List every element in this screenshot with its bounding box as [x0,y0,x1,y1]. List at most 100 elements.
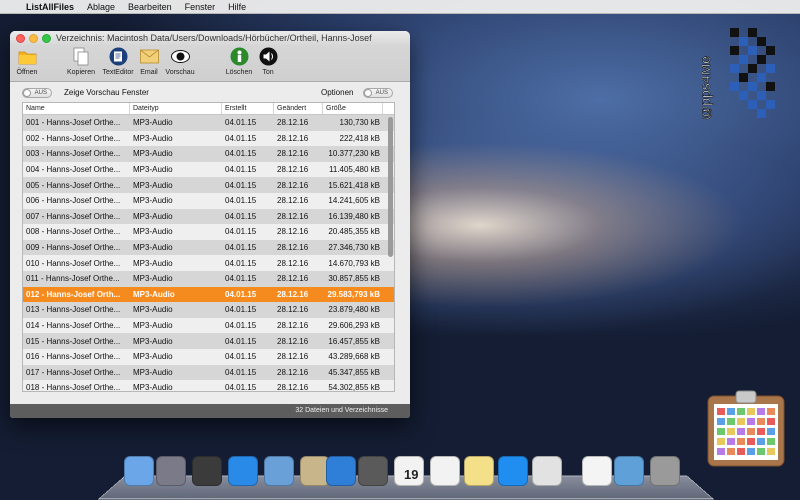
cell-created: 04.01.15 [225,321,257,331]
clipboard-grid-cell [717,448,725,455]
cell-created: 04.01.15 [225,336,257,346]
cell-name: 003 - Hanns-Josef Orthe... [26,149,121,159]
cell-filetype: MP3-Audio [133,289,175,299]
clipboard-grid-cell [757,438,765,445]
cell-name: 009 - Hanns-Josef Orthe... [26,243,121,253]
open-button[interactable]: Öffnen [12,47,42,76]
apps4me-logo: @pps4Me [697,28,782,128]
cell-modified: 28.12.16 [277,243,309,253]
cell-name: 006 - Hanns-Josef Orthe... [26,196,121,206]
clipboard-grid-cell [747,428,755,435]
cell-size: 15.621,418 kB [328,180,380,190]
header-created[interactable]: Erstellt [222,103,274,114]
table-row[interactable]: 007 - Hanns-Josef Orthe... MP3-Audio 04.01… [23,208,394,225]
table-row[interactable]: 013 - Hanns-Josef Orthe... MP3-Audio 04.01… [23,302,394,318]
table-row[interactable]: 014 - Hanns-Josef Orthe... MP3-Audio 04.01… [23,317,394,334]
clipboard-grid-cell [767,428,775,435]
cell-created: 04.01.15 [225,227,257,237]
finder-icon[interactable] [124,456,154,486]
clipboard-grid-cell [757,418,765,425]
delete-button[interactable]: Löschen [224,47,254,76]
cell-modified: 28.12.16 [277,118,309,128]
table-row[interactable]: 005 - Hanns-Josef Orthe... MP3-Audio 04.01… [23,177,394,193]
table-row[interactable]: 008 - Hanns-Josef Orthe... MP3-Audio 04.01… [23,224,394,240]
menu-fenster[interactable]: Fenster [185,2,216,12]
table-row[interactable]: 011 - Hanns-Josef Orthe... MP3-Audio 04.01… [23,270,394,287]
texteditor-button[interactable]: TextEditor [102,47,134,76]
app-store-icon[interactable] [228,456,258,486]
launchpad-icon[interactable] [156,456,186,486]
cell-name: 018 - Hanns-Josef Orthe... [26,383,121,392]
trash-icon[interactable] [650,456,680,486]
minimize-button[interactable] [29,34,38,43]
menu-bearbeiten[interactable]: Bearbeiten [128,2,172,12]
email-button[interactable]: Email [134,47,164,76]
cell-size: 222,418 kB [339,133,380,143]
table-row[interactable]: 004 - Hanns-Josef Orthe... MP3-Audio 04.01… [23,161,394,178]
cell-filetype: MP3-Audio [133,383,173,392]
sound-button[interactable]: Ton [253,47,283,76]
close-button[interactable] [16,34,25,43]
facetime-icon[interactable] [358,456,388,486]
clipboard-grid-cell [757,428,765,435]
cell-size: 29.606,293 kB [328,321,380,331]
cell-size: 10.377,230 kB [328,149,380,159]
clipboard-grid-cell [757,408,765,415]
photo-booth-icon[interactable] [192,456,222,486]
mail-icon[interactable] [264,456,294,486]
cell-name: 005 - Hanns-Josef Orthe... [26,180,121,190]
copy-icon [72,47,91,66]
table-row[interactable]: 018 - Hanns-Josef Orthe... MP3-Audio 04.01… [23,380,394,392]
cell-modified: 28.12.16 [277,352,309,362]
preview-button[interactable]: Vorschau [165,47,195,76]
table-row[interactable]: 003 - Hanns-Josef Orthe... MP3-Audio 04.01… [23,146,394,162]
title-bar[interactable]: Verzeichnis: Macintosh Data/Users/Downlo… [10,31,410,46]
vertical-scrollbar[interactable] [388,117,393,257]
reminders-icon[interactable] [430,456,460,486]
table-row[interactable]: 006 - Hanns-Josef Orthe... MP3-Audio 04.01… [23,192,394,209]
table-row[interactable]: 010 - Hanns-Josef Orthe... MP3-Audio 04.01… [23,255,394,271]
clipboard-grid-cell [767,448,775,455]
table-row[interactable]: 017 - Hanns-Josef Orthe... MP3-Audio 04.01… [23,364,394,381]
cell-size: 20.485,355 kB [328,227,380,237]
header-filetype[interactable]: Dateityp [130,103,222,114]
cell-name: 012 - Hanns-Josef Orth... [26,289,121,299]
notes-icon[interactable] [464,456,494,486]
menu-ablage[interactable]: Ablage [87,2,115,12]
copy-button[interactable]: Kopieren [66,47,96,76]
cell-created: 04.01.15 [225,211,257,221]
listallfiles-icon[interactable] [532,456,562,486]
table-row[interactable]: 009 - Hanns-Josef Orthe... MP3-Audio 04.01… [23,239,394,256]
table-row[interactable]: 001 - Hanns-Josef Orthe... MP3-Audio 04.01… [23,115,394,131]
clipboard-grid-cell [737,408,745,415]
downloads-folder-icon[interactable] [614,456,644,486]
table-row-selected[interactable]: 012 - Hanns-Josef Orth... MP3-Audio 04.01.… [23,286,394,303]
clipboard-grid-cell [757,448,765,455]
table-row[interactable]: 015 - Hanns-Josef Orthe... MP3-Audio 04.01… [23,333,394,349]
table-row[interactable]: 002 - Hanns-Josef Orthe... MP3-Audio 04.01… [23,130,394,147]
cell-size: 45.347,855 kB [328,367,380,377]
envelope-icon [139,47,159,66]
preview-window-toggle[interactable]: AUS [22,88,52,98]
clipboard-grid-cell [737,438,745,445]
cell-created: 04.01.15 [225,133,257,143]
table-row[interactable]: 016 - Hanns-Josef Orthe... MP3-Audio 04.01… [23,348,394,365]
file-table[interactable]: Name Dateityp Erstellt Geändert Größe 00… [22,102,395,392]
sound-label: Ton [262,69,274,76]
header-size[interactable]: Größe [323,103,383,114]
safari-icon[interactable] [326,456,356,486]
clipboard-app-icon[interactable] [706,388,786,468]
cell-size: 54.302,855 kB [328,383,380,392]
cell-name: 004 - Hanns-Josef Orthe... [26,165,121,175]
copy-label: Kopieren [66,69,96,76]
menu-app-name[interactable]: ListAllFiles [26,2,74,12]
zoom-button[interactable] [42,34,51,43]
cell-name: 015 - Hanns-Josef Orthe... [26,336,121,346]
menu-hilfe[interactable]: Hilfe [228,2,246,12]
options-toggle[interactable]: AUS [363,88,393,98]
document-icon[interactable] [582,456,612,486]
itunes-icon[interactable] [498,456,528,486]
header-modified[interactable]: Geändert [274,103,323,114]
header-name[interactable]: Name [23,103,130,114]
cell-size: 16.139,480 kB [328,211,380,221]
